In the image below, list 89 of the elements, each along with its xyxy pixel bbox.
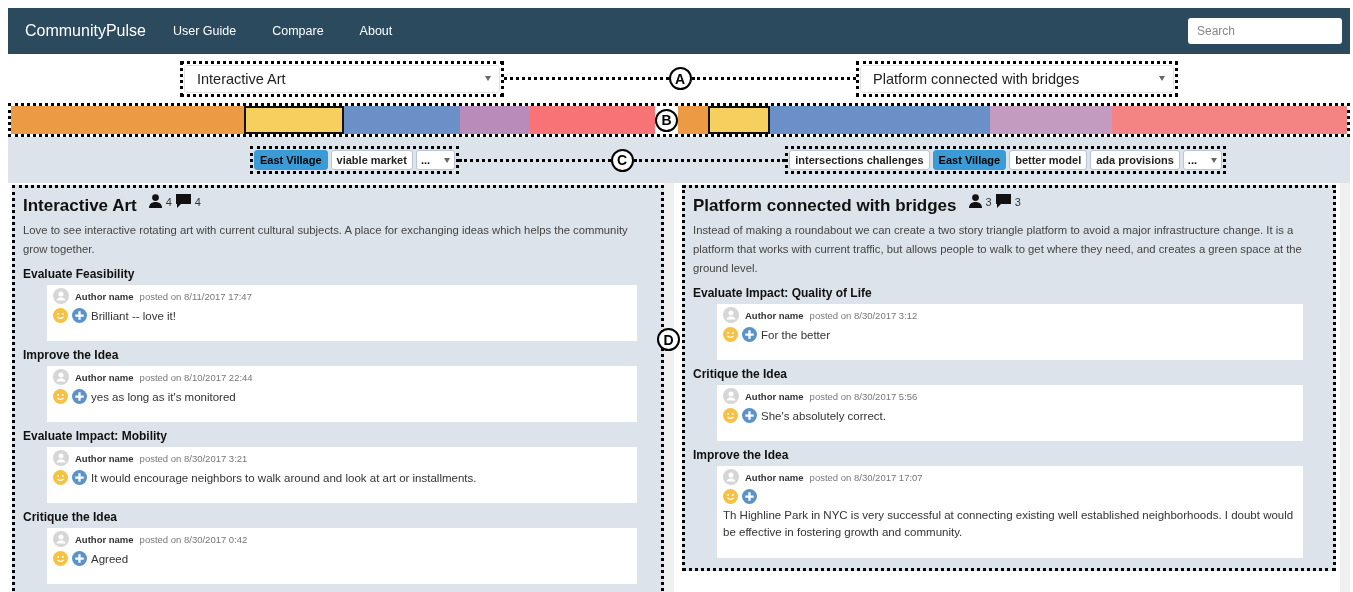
callout-label: D [657,328,680,351]
tag[interactable]: viable market [330,150,413,170]
comment-text: Th Highline Park in NYC is very successful at connecting existing well established neighborhoods. I doubt would be effective in fostering growth and community. [723,508,1295,540]
caret-icon [444,157,451,163]
add-icon[interactable] [72,308,87,323]
comment-icon [175,194,191,208]
tag[interactable]: better model [1009,150,1088,170]
smiley-icon[interactable] [53,308,68,323]
comment-count: 4 [194,196,201,208]
caret-icon [1159,76,1165,81]
author-name: Author name [75,452,134,464]
smiley-icon[interactable] [723,408,738,423]
author-name: Author name [745,309,804,321]
author-name: Author name [75,371,134,383]
smiley-icon[interactable] [53,551,68,566]
idea-title: Platform connected with bridges [693,196,957,216]
section-heading: Evaluate Impact: Quality of Life [693,285,873,302]
add-icon[interactable] [72,389,87,404]
idea-select[interactable]: Interactive Art [184,64,500,93]
smiley-icon[interactable] [53,470,68,485]
author-name: Author name [745,390,804,402]
avatar-icon [723,469,739,485]
section-heading: Improve the Idea [23,347,120,364]
section-heading: Critique the Idea [693,366,788,383]
person-icon [968,194,982,208]
avatar-icon [53,288,69,304]
post-date: posted on 8/30/2017 3:12 [809,309,918,321]
post-date: posted on 8/11/2017 17:47 [139,290,252,302]
callout-label: A [668,67,692,90]
avatar-icon [723,388,739,404]
person-icon [148,194,162,208]
comment-text: Brilliant -- love it! [91,309,176,322]
comment-text: Agreed [91,552,129,565]
people-count: 4 [165,196,172,208]
search-field[interactable]: Search [1188,18,1342,44]
caret-icon [1211,157,1217,163]
caret-icon [485,76,491,81]
tag[interactable]: intersections challenges [789,150,930,170]
callout-label: C [610,148,634,172]
comment-text: She's absolutely correct. [761,409,886,422]
smiley-icon[interactable] [53,389,68,404]
brand-name[interactable]: CommunityPulse [25,22,146,40]
add-icon[interactable] [72,470,87,485]
author-name: Author name [745,471,804,483]
callout-label: B [655,108,678,132]
comment-text: For the better [761,328,831,341]
nav-link[interactable]: About [359,24,393,38]
scrollbar[interactable] [1340,183,1350,592]
nav-link[interactable]: Compare [272,24,324,38]
add-icon[interactable] [72,551,87,566]
tag[interactable]: East Village [254,150,328,170]
avatar-icon [723,307,739,323]
add-icon[interactable] [742,327,757,342]
tag[interactable]: ada provisions [1090,150,1180,170]
category-segment[interactable] [678,106,709,134]
category-segment[interactable] [708,106,770,134]
add-icon[interactable] [742,408,757,423]
tag-dropdown[interactable]: ... [1182,150,1222,170]
author-name: Author name [75,290,134,302]
post-date: posted on 8/30/2017 17:07 [809,471,923,483]
idea-select[interactable]: Platform connected with bridges [860,64,1174,93]
scrollbar[interactable] [664,183,674,592]
comment-text: It would encourage neighbors to walk around and look at art or installments. [91,471,477,484]
avatar-icon [53,531,69,547]
smiley-icon[interactable] [723,489,738,504]
idea-title: Interactive Art [23,196,137,216]
tag[interactable]: East Village [932,150,1007,170]
avatar-icon [53,450,69,466]
idea-description: Instead of making a roundabout we can create a two story triangle platform to avoid a major infrastructure change. It is a platform that works with current traffic, but allows people to walk to get where they need, and creates a green space at the ground level. [693,223,1303,276]
avatar-icon [53,369,69,385]
nav-link[interactable]: User Guide [172,24,237,38]
comment-text: yes as long as it's monitored [91,390,236,403]
section-heading: Evaluate Feasibility [23,266,136,283]
post-date: posted on 8/10/2017 22:44 [139,371,253,383]
section-heading: Critique the Idea [23,509,118,526]
category-segment[interactable] [244,106,344,134]
section-heading: Improve the Idea [693,447,790,464]
smiley-icon[interactable] [723,327,738,342]
post-date: posted on 8/30/2017 5:56 [809,390,918,402]
post-date: posted on 8/30/2017 3:21 [139,452,248,464]
author-name: Author name [75,533,134,545]
people-count: 3 [985,196,992,208]
idea-description: Love to see interactive rotating art with current cultural subjects. A place for exchanging ideas which helps the community grow together. [23,223,629,257]
comment-icon [995,194,1011,208]
section-heading: Evaluate Impact: Mobility [23,428,169,445]
add-icon[interactable] [742,489,757,504]
post-date: posted on 8/30/2017 0:42 [139,533,248,545]
tag-dropdown[interactable]: ... [415,150,456,170]
comment-count: 3 [1014,196,1021,208]
